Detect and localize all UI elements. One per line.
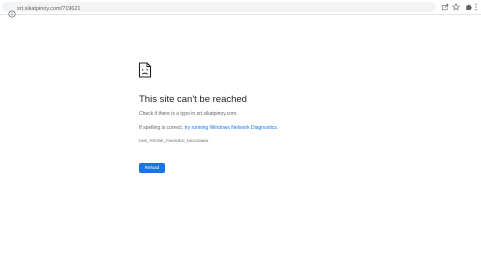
- network-diagnostics-link[interactable]: try running Windows Network Diagnostics: [185, 125, 277, 131]
- error-title: This site can't be reached: [139, 94, 247, 105]
- spelling-hint-suffix: .: [276, 125, 279, 131]
- spelling-hint: If spelling is correct, try running Wind…: [139, 125, 278, 132]
- info-icon[interactable]: [8, 5, 16, 18]
- reload-button[interactable]: Reload: [139, 163, 165, 173]
- browser-window: srt.sikatpinoy.com/?19621 This site can'…: [0, 0, 481, 273]
- spelling-hint-prefix: If spelling is correct,: [139, 125, 185, 131]
- error-code: DNS_PROBE_FINISHED_NXDOMAIN: [139, 138, 209, 143]
- browser-toolbar: srt.sikatpinoy.com/?19621: [0, 0, 481, 18]
- sad-document-icon: [138, 62, 152, 78]
- share-icon[interactable]: [441, 3, 449, 11]
- address-bar[interactable]: srt.sikatpinoy.com/?19621: [2, 2, 436, 18]
- typo-hint: Check if there is a typo in srt.sikatpin…: [139, 111, 238, 117]
- star-icon[interactable]: [452, 3, 460, 11]
- url-text[interactable]: srt.sikatpinoy.com/?19621: [17, 5, 81, 13]
- puzzle-icon[interactable]: [465, 3, 473, 11]
- kebab-menu-icon[interactable]: [474, 3, 478, 11]
